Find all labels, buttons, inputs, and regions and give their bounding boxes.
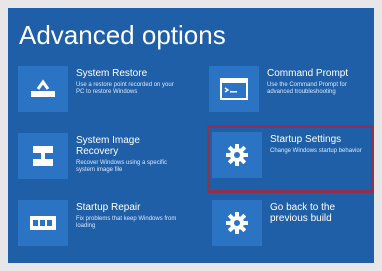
option-system-image-recovery[interactable]: System Image Recovery Recover Windows us… xyxy=(18,133,182,185)
option-tile xyxy=(209,66,259,112)
option-title: System Image Recovery xyxy=(76,135,140,157)
option-startup-repair[interactable]: Startup Repair Fix problems that keep Wi… xyxy=(18,200,182,252)
option-description: Recover Windows using a specific system … xyxy=(76,160,168,173)
gear-icon xyxy=(226,212,248,234)
option-tile xyxy=(18,200,68,246)
system-image-recovery-icon xyxy=(31,144,55,168)
selection-highlight xyxy=(207,125,374,193)
command-prompt-icon xyxy=(220,78,248,100)
option-description: Fix problems that keep Windows from load… xyxy=(76,216,177,229)
option-description: Use a restore point recorded on your PC … xyxy=(76,82,174,95)
system-restore-icon xyxy=(30,78,56,100)
option-title: System Restore xyxy=(76,68,148,79)
option-system-restore[interactable]: System Restore Use a restore point recor… xyxy=(18,66,182,118)
page-title: Advanced options xyxy=(19,20,226,50)
option-title: Startup Repair xyxy=(76,202,141,213)
startup-repair-icon xyxy=(29,213,57,233)
option-tile xyxy=(212,200,262,246)
option-title: Go back to the previous build xyxy=(270,202,336,224)
option-title: Command Prompt xyxy=(267,68,349,79)
option-tile xyxy=(18,66,68,112)
option-command-prompt[interactable]: Command Prompt Use the Command Prompt fo… xyxy=(209,66,373,118)
option-tile xyxy=(18,133,68,179)
option-go-back-previous-build[interactable]: Go back to the previous build xyxy=(212,200,374,252)
advanced-options-screen: Advanced options System Restore Use a re… xyxy=(8,8,374,263)
option-description: Use the Command Prompt for advanced trou… xyxy=(267,82,347,95)
